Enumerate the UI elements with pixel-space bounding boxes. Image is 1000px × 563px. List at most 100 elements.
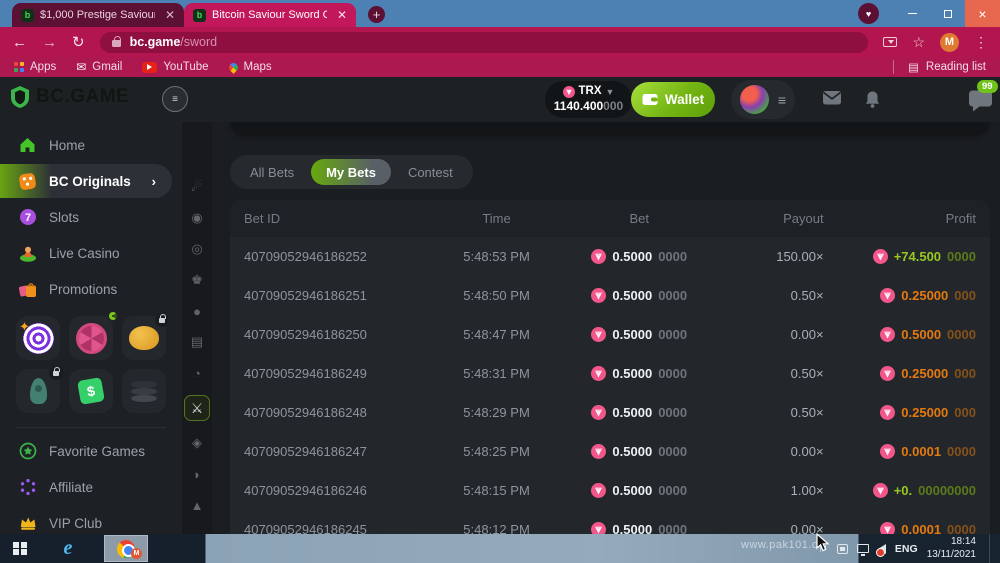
menu-dots-icon[interactable]: ⋮ <box>974 34 988 51</box>
user-avatar[interactable] <box>740 85 769 114</box>
sidebar-item-home[interactable]: Home <box>0 128 182 162</box>
sidebar-item-vip-club[interactable]: VIP Club <box>0 506 182 534</box>
sidebar-item-favorite-games[interactable]: Favorite Games <box>0 434 182 468</box>
minimize-button[interactable] <box>895 0 930 27</box>
table-row[interactable]: 407090529461862455:48:12 PM0.500000000.0… <box>230 510 990 534</box>
mines-icon[interactable]: ◔ <box>184 364 210 382</box>
dice-icon <box>18 172 37 191</box>
messages-button[interactable] <box>822 90 842 111</box>
bet-payout: 150.00× <box>712 249 829 264</box>
reading-list-button[interactable]: ▤Reading list <box>893 60 986 74</box>
promotions-icon <box>18 281 37 298</box>
column-header-time: Time <box>427 211 566 226</box>
sidebar-collapse-button[interactable]: ≡ <box>162 86 188 112</box>
notifications-bell-button[interactable] <box>864 90 881 114</box>
rocket-icon[interactable]: ▲ <box>184 496 210 514</box>
lock-icon <box>155 313 169 327</box>
internet-explorer-button[interactable]: e <box>48 534 88 563</box>
main-content: All Bets My Bets Contest Bet IDTimeBetPa… <box>212 122 1000 534</box>
language-indicator[interactable]: ENG <box>895 543 918 555</box>
url-bar[interactable]: bc.game/sword <box>100 32 869 53</box>
muted-speaker-icon[interactable] <box>878 544 886 554</box>
cash-tag-game-icon[interactable]: $ <box>69 369 113 413</box>
sidebar-item-label: VIP Club <box>49 516 102 531</box>
tab-all-bets[interactable]: All Bets <box>235 159 309 185</box>
bcgame-favicon: b <box>193 9 206 22</box>
close-button[interactable]: × <box>965 0 1000 27</box>
bcgame-logo[interactable]: BC.GAME <box>10 86 129 108</box>
tray-app-icon[interactable] <box>837 544 848 554</box>
crown-icon[interactable]: ♚ <box>184 271 210 289</box>
crash-icon[interactable]: ☄ <box>184 178 210 196</box>
table-row[interactable]: 407090529461862465:48:15 PM0.500000001.0… <box>230 471 990 510</box>
bet-payout: 0.50× <box>712 405 829 420</box>
trx-coin-icon <box>591 444 606 459</box>
sidebar-item-affiliate[interactable]: Affiliate <box>0 470 182 504</box>
chevron-down-icon: ▼ <box>606 87 615 98</box>
browser-profile-avatar[interactable]: M <box>940 33 959 52</box>
rocket-game-icon[interactable] <box>16 369 60 413</box>
profile-menu-icon: ≡ <box>778 92 786 108</box>
bet-amount: 0.50000000 <box>566 288 712 303</box>
coin-stack-game-icon[interactable] <box>122 369 166 413</box>
tab-close-icon[interactable]: ✕ <box>333 8 347 22</box>
bet-id: 40709052946186246 <box>244 483 427 498</box>
browser-tab-1[interactable]: b $1,000 Prestige Saviour Sword Ch ✕ <box>12 3 184 27</box>
table-row[interactable]: 407090529461862515:48:50 PM0.500000000.5… <box>230 276 990 315</box>
roulette-icon[interactable]: ◈ <box>184 434 210 452</box>
back-icon[interactable]: ← <box>12 35 27 50</box>
bookmark-star-icon[interactable]: ☆ <box>912 34 925 51</box>
wheel-game-icon[interactable] <box>69 316 113 360</box>
start-button[interactable] <box>0 534 40 563</box>
sword-icon[interactable]: ⚔ <box>184 395 210 421</box>
coinflip-icon[interactable]: ◎ <box>184 240 210 258</box>
sidebar-item-promotions[interactable]: Promotions <box>0 272 182 306</box>
table-row[interactable]: 407090529461862505:48:47 PM0.500000000.0… <box>230 315 990 354</box>
taskbar-clock[interactable]: 18:14 13/11/2021 <box>927 536 980 561</box>
media-controls-button[interactable]: ♥ <box>858 3 879 24</box>
bet-time: 5:48:50 PM <box>427 288 566 303</box>
chat-button[interactable] <box>966 90 992 117</box>
forward-icon[interactable]: → <box>42 35 57 50</box>
reading-list-icon: ▤ <box>908 60 919 74</box>
sidebar-item-label: Live Casino <box>49 246 120 261</box>
bookmark-youtube[interactable]: YouTube <box>142 61 208 73</box>
new-tab-button[interactable]: + <box>368 6 385 23</box>
tab-contest[interactable]: Contest <box>393 159 468 185</box>
table-row[interactable]: 407090529461862495:48:31 PM0.500000000.5… <box>230 354 990 393</box>
piggy-game-icon[interactable] <box>122 316 166 360</box>
limbo-icon[interactable]: ● <box>184 302 210 320</box>
target-game-icon[interactable]: ✦ <box>16 316 60 360</box>
wallet-icon <box>642 93 658 106</box>
show-desktop-button[interactable] <box>989 534 994 563</box>
currency-selector[interactable]: TRX▼ 1140.400000 <box>545 81 632 118</box>
restore-button[interactable] <box>930 0 965 27</box>
lock-icon <box>112 40 121 47</box>
table-row[interactable]: 407090529461862475:48:25 PM0.500000000.0… <box>230 432 990 471</box>
reload-icon[interactable]: ↻ <box>72 35 85 50</box>
table-row[interactable]: 407090529461862525:48:53 PM0.50000000150… <box>230 237 990 276</box>
hat-icon[interactable]: ◗ <box>184 465 210 483</box>
plinko-icon[interactable]: ◉ <box>184 209 210 227</box>
tab-close-icon[interactable]: ✕ <box>161 8 175 22</box>
table-row[interactable]: 407090529461862485:48:29 PM0.500000000.5… <box>230 393 990 432</box>
bookmark-gmail[interactable]: ✉Gmail <box>76 60 122 74</box>
browser-tab-2[interactable]: b Bitcoin Saviour Sword Game - Pl ✕ <box>184 3 356 27</box>
profile-menu[interactable]: ≡ <box>731 80 795 119</box>
sidebar-item-slots[interactable]: 7Slots <box>0 200 182 234</box>
chrome-taskbar-button[interactable]: M <box>104 535 148 562</box>
sidebar-item-bc-originals[interactable]: BC Originals› <box>0 164 172 198</box>
gmail-icon: ✉ <box>76 60 86 74</box>
hilo-icon[interactable]: ▤ <box>184 333 210 351</box>
bookmark-maps[interactable]: Maps <box>229 61 272 73</box>
bet-payout: 0.00× <box>712 327 829 342</box>
bet-profit: +0.00000000 <box>830 483 976 498</box>
live-casino-icon <box>18 244 37 262</box>
network-icon[interactable] <box>857 544 869 553</box>
bookmark-apps[interactable]: Apps <box>14 61 56 73</box>
wallet-button[interactable]: Wallet <box>631 82 715 117</box>
send-to-device-icon[interactable] <box>883 37 897 47</box>
tab-my-bets[interactable]: My Bets <box>311 159 391 185</box>
sidebar-item-live-casino[interactable]: Live Casino <box>0 236 182 270</box>
trx-coin-icon <box>880 405 895 420</box>
